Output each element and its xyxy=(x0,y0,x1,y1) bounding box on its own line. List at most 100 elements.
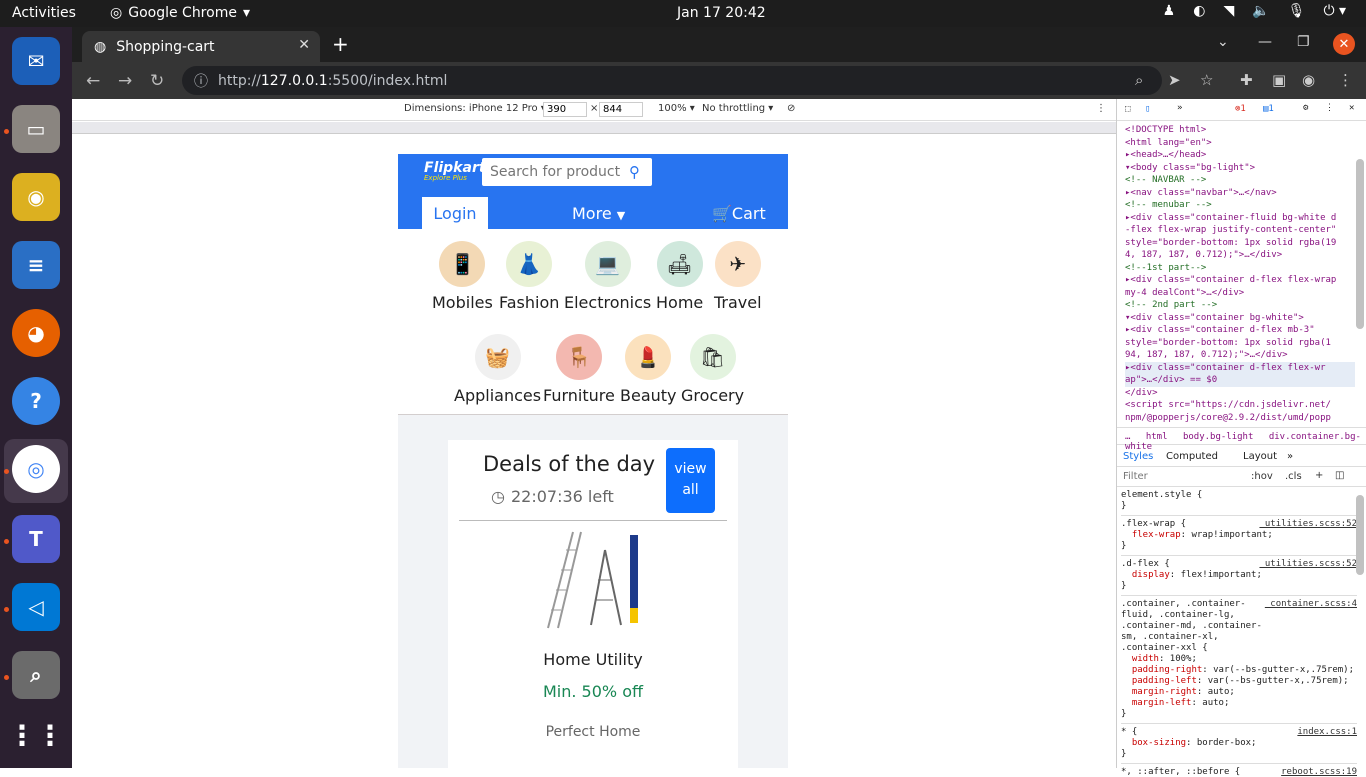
category-travel[interactable]: ✈ Travel xyxy=(714,241,762,312)
dom-node-line[interactable]: ▸<div class="container d-flex flex-wrap xyxy=(1125,274,1355,287)
css-property[interactable]: width: 100%; xyxy=(1121,654,1357,665)
elements-tree[interactable]: <!DOCTYPE html> <html lang="en"> ▸<head>…… xyxy=(1117,122,1355,427)
css-rule[interactable]: reboot.scss:19*, ::after, ::before {} xyxy=(1121,764,1357,777)
back-icon[interactable]: ← xyxy=(86,71,100,91)
close-tab-icon[interactable]: ✕ xyxy=(298,37,310,53)
dom-node-line[interactable]: <!-- NAVBAR --> xyxy=(1125,174,1355,187)
files-icon[interactable]: ▭ xyxy=(12,105,60,153)
chrome-icon[interactable]: ◎ xyxy=(12,445,60,493)
error-count[interactable]: ⊗1 xyxy=(1235,104,1246,114)
wifi-icon[interactable]: ◥ xyxy=(1223,3,1234,19)
device-more-icon[interactable]: ⋮ xyxy=(1096,103,1106,114)
hov-toggle[interactable]: :hov xyxy=(1251,471,1273,482)
css-source-link[interactable]: _utilities.scss:52 xyxy=(1259,519,1357,530)
address-bar[interactable]: ⓘ http://127.0.0.1:5500/index.html xyxy=(182,66,1162,95)
dom-node-line[interactable]: ▾<div class="container bg-white"> xyxy=(1125,312,1355,325)
css-property[interactable]: display: flex!important; xyxy=(1121,570,1357,581)
throttling-select[interactable]: No throttling ▾ xyxy=(702,103,773,114)
dom-node-line[interactable]: -flex flex-wrap justify-content-center" xyxy=(1125,224,1355,237)
view-all-button[interactable]: view all xyxy=(666,448,715,513)
new-tab-button[interactable]: + xyxy=(332,32,349,56)
dom-node-line[interactable]: 4, 187, 187, 0.712);">…</div> xyxy=(1125,249,1355,262)
microphone-icon[interactable]: 🎙 xyxy=(1288,3,1306,19)
device-width-input[interactable] xyxy=(543,102,587,117)
dom-node-line[interactable]: <!--1st part--> xyxy=(1125,262,1355,275)
category-mobiles[interactable]: 📱 Mobiles xyxy=(432,241,493,312)
css-source-link[interactable]: index.css:1 xyxy=(1297,727,1357,738)
night-light-icon[interactable]: ◐ xyxy=(1193,3,1205,19)
close-devtools-icon[interactable]: ✕ xyxy=(1349,103,1354,113)
css-property[interactable]: flex-wrap: wrap!important; xyxy=(1121,530,1357,541)
tab-layout[interactable]: Layout xyxy=(1243,451,1277,462)
dom-node-line[interactable]: <!DOCTYPE html> xyxy=(1125,124,1355,137)
firefox-icon[interactable]: ◕ xyxy=(12,309,60,357)
css-rule[interactable]: element.style {} xyxy=(1121,487,1357,516)
vscode-icon[interactable]: ◁ xyxy=(12,583,60,631)
cls-toggle[interactable]: .cls xyxy=(1285,471,1302,482)
css-source-link[interactable]: _utilities.scss:52 xyxy=(1259,559,1357,570)
tab-search-icon[interactable]: ⌄ xyxy=(1217,34,1229,50)
bookmark-star-icon[interactable]: ☆ xyxy=(1200,71,1213,89)
category-fashion[interactable]: 👗 Fashion xyxy=(499,241,559,312)
styles-scrollbar[interactable] xyxy=(1356,495,1364,575)
dom-node-line[interactable]: <!-- 2nd part --> xyxy=(1125,299,1355,312)
crumb-html[interactable]: html xyxy=(1146,432,1168,442)
css-property[interactable]: margin-right: auto; xyxy=(1121,687,1357,698)
dom-node-line[interactable]: <script src="https://cdn.jsdelivr.net/ xyxy=(1125,399,1355,412)
dom-node-line[interactable]: <!-- menubar --> xyxy=(1125,199,1355,212)
css-rule[interactable]: _utilities.scss:52 .d-flex { display: fle… xyxy=(1121,556,1357,596)
message-count[interactable]: ▤1 xyxy=(1263,104,1274,114)
styles-pane[interactable]: element.style {} _utilities.scss:52 .flex-… xyxy=(1117,487,1357,777)
dom-node-line[interactable]: ▾<body class="bg-light"> xyxy=(1125,162,1355,175)
styles-filter-input[interactable]: Filter xyxy=(1123,471,1148,482)
css-rule[interactable]: _container.scss:4 .container, .container-… xyxy=(1121,596,1357,724)
media-query-ruler[interactable] xyxy=(72,122,1116,134)
system-tray[interactable]: ♟ ◐ ◥ 🔈 🎙 ⏻ ▾ xyxy=(1163,3,1346,19)
volume-icon[interactable]: 🔈 xyxy=(1252,3,1269,19)
category-furniture[interactable]: 🪑 Furniture xyxy=(543,334,615,405)
more-dropdown[interactable]: More ▼ xyxy=(572,204,625,223)
maximize-button[interactable]: ❐ xyxy=(1297,34,1310,50)
device-select[interactable]: Dimensions: iPhone 12 Pro ▾ xyxy=(404,103,546,114)
writer-icon[interactable]: ≡ xyxy=(12,241,60,289)
device-toggle-icon[interactable]: ▯ xyxy=(1145,104,1150,114)
category-home[interactable]: 🛋 Home xyxy=(656,241,703,312)
apps-grid-icon[interactable]: ⋮⋮ xyxy=(8,711,64,759)
dom-node-line[interactable]: npm/@popperjs/core@2.9.2/dist/umd/popp xyxy=(1125,412,1355,425)
css-property[interactable]: padding-left: var(--bs-gutter-x,.75rem); xyxy=(1121,676,1357,687)
css-source-link[interactable]: _container.scss:4 xyxy=(1265,599,1357,610)
css-rule[interactable]: _utilities.scss:52 .flex-wrap { flex-wrap… xyxy=(1121,516,1357,556)
browser-tab[interactable]: ◍ Shopping-cart ✕ xyxy=(82,31,320,62)
category-beauty[interactable]: 💄 Beauty xyxy=(620,334,677,405)
css-property[interactable]: box-sizing: border-box; xyxy=(1121,738,1357,749)
dom-node-line[interactable]: ▸<head>…</head> xyxy=(1125,149,1355,162)
zoom-select[interactable]: 100% ▾ xyxy=(658,103,695,114)
dom-node-line[interactable]: <html lang="en"> xyxy=(1125,137,1355,150)
profile-avatar-icon[interactable]: ◉ xyxy=(1302,71,1315,89)
help-icon[interactable]: ? xyxy=(12,377,60,425)
category-grocery[interactable]: 🛍 Grocery xyxy=(681,334,744,405)
css-source-link[interactable]: reboot.scss:19 xyxy=(1281,767,1357,777)
clock[interactable]: Jan 17 20:42 xyxy=(677,5,766,21)
login-button[interactable]: Login xyxy=(422,197,488,229)
crumb-body[interactable]: body.bg-light xyxy=(1183,432,1253,442)
forward-icon[interactable]: → xyxy=(118,71,132,91)
teams-icon[interactable]: T xyxy=(12,515,60,563)
dom-node-line[interactable]: ▸<div class="container d-flex flex-wr xyxy=(1125,361,1355,374)
dom-node-line[interactable]: ▸<div class="container-fluid bg-white d xyxy=(1125,212,1355,225)
flipkart-logo[interactable]: Flipkart Explore Plus xyxy=(424,160,486,182)
app-menu[interactable]: ◎ Google Chrome ▾ xyxy=(110,5,250,21)
css-property[interactable]: margin-left: auto; xyxy=(1121,698,1357,709)
dom-node-line[interactable]: ▸<nav class="navbar">…</nav> xyxy=(1125,187,1355,200)
close-window-button[interactable]: ✕ xyxy=(1333,33,1355,55)
search-icon[interactable]: ⚲ xyxy=(629,163,640,181)
rhythmbox-icon[interactable]: ◉ xyxy=(12,173,60,221)
search-input[interactable] xyxy=(490,164,620,180)
new-rule-icon[interactable]: + xyxy=(1315,470,1323,481)
thunderbird-icon[interactable]: ✉ xyxy=(12,37,60,85)
category-appliances[interactable]: 🧺 Appliances xyxy=(454,334,541,405)
dom-node-line[interactable]: style="border-bottom: 1px solid rgba(19 xyxy=(1125,237,1355,250)
zoom-icon[interactable]: ⌕ xyxy=(1135,71,1143,89)
dom-node-line[interactable]: my-4 dealCont">…</div> xyxy=(1125,287,1355,300)
minimize-button[interactable]: — xyxy=(1258,34,1272,50)
